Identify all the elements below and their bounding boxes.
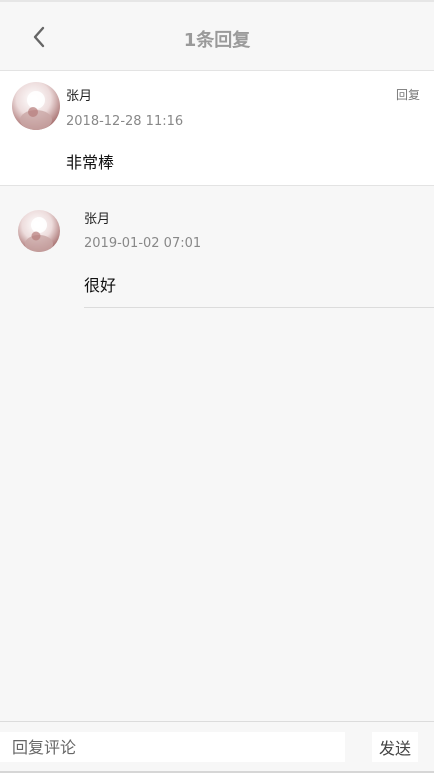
reply-user-name: 张月	[84, 212, 111, 227]
avatar[interactable]	[12, 82, 60, 130]
reply-input[interactable]	[0, 732, 345, 762]
send-button[interactable]: 发送	[372, 732, 418, 762]
reply-button[interactable]: 回复	[396, 86, 420, 103]
reply-input-bar: 发送	[0, 721, 434, 773]
reply-timestamp: 2019-01-02 07:01	[84, 236, 202, 251]
header-bar: 1条回复	[0, 0, 434, 70]
comment-content: 非常棒	[66, 153, 115, 172]
divider	[84, 307, 434, 308]
reply-content: 很好	[84, 276, 117, 295]
comment-timestamp: 2018-12-28 11:16	[66, 114, 184, 129]
comment-user-name: 张月	[66, 89, 93, 104]
page-title: 1条回复	[183, 30, 251, 51]
main-comment-card: 张月 2018-12-28 11:16 非常棒 回复	[0, 70, 434, 186]
list-item: 张月 2019-01-02 07:01 很好	[0, 186, 434, 308]
avatar[interactable]	[18, 210, 60, 252]
